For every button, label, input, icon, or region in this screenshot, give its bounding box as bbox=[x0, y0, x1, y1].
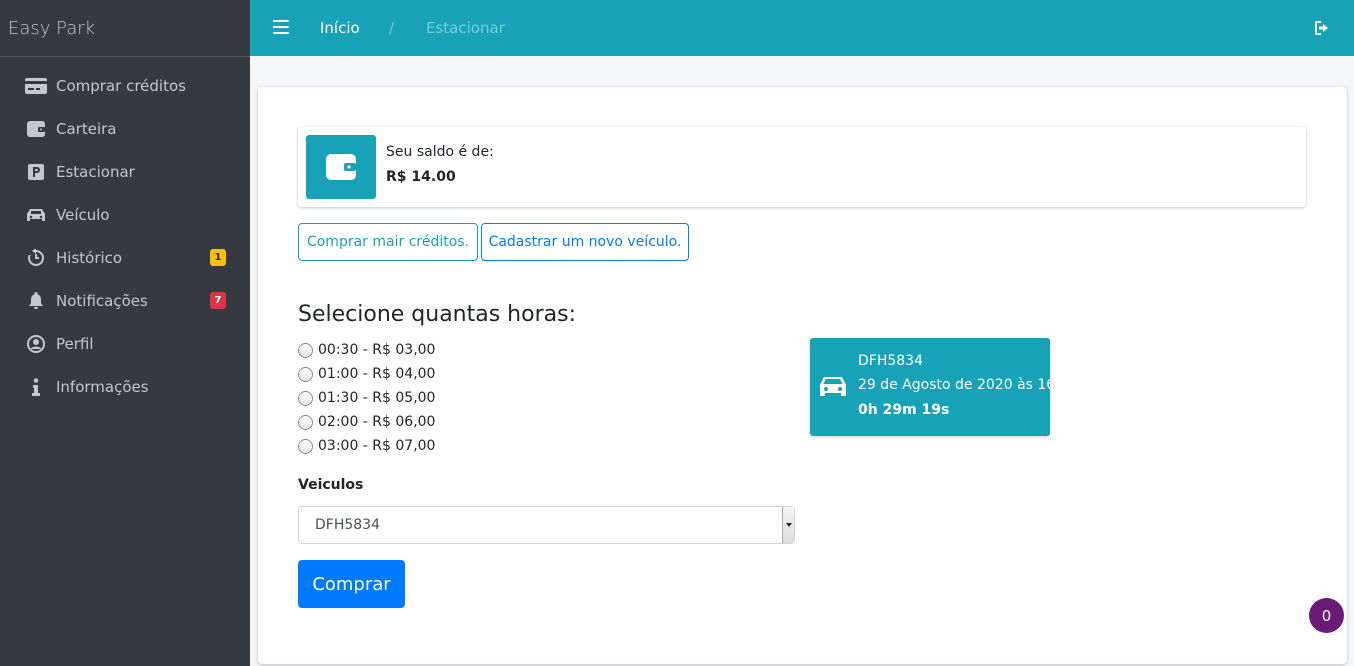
hours-option[interactable]: 03:00 - R$ 07,00 bbox=[298, 436, 435, 456]
history-badge: 1 bbox=[210, 249, 226, 266]
hours-option[interactable]: 01:00 - R$ 04,00 bbox=[298, 364, 435, 384]
menu-toggle-icon[interactable] bbox=[273, 20, 289, 34]
hours-option-label: 00:30 - R$ 03,00 bbox=[318, 342, 436, 358]
sidebar-item-comprar-creditos[interactable]: Comprar créditos bbox=[0, 64, 250, 107]
breadcrumb-home[interactable]: Início bbox=[320, 0, 360, 56]
brand-logo[interactable]: Easy Park bbox=[0, 0, 250, 57]
balance-label: Seu saldo é de: bbox=[386, 144, 494, 160]
sidebar-item-estacionar[interactable]: Estacionar bbox=[0, 150, 250, 193]
sidebar-item-label: Informações bbox=[56, 377, 149, 396]
main-card: Seu saldo é de: R$ 14.00 Comprar mair cr… bbox=[258, 87, 1347, 664]
vehicle-select[interactable]: DFH5834 bbox=[298, 506, 795, 544]
breadcrumb-separator: / bbox=[389, 19, 395, 37]
hours-option-label: 03:00 - R$ 07,00 bbox=[318, 438, 436, 454]
chevron-down-icon[interactable] bbox=[782, 507, 794, 543]
history-icon bbox=[25, 248, 47, 267]
car-icon bbox=[25, 206, 47, 224]
sidebar-item-label: Veículo bbox=[56, 205, 110, 224]
register-vehicle-button[interactable]: Cadastrar um novo veículo. bbox=[481, 223, 689, 261]
sidebar-item-label: Perfil bbox=[56, 334, 94, 353]
hours-option[interactable]: 02:00 - R$ 06,00 bbox=[298, 412, 435, 432]
hours-option-label: 01:00 - R$ 04,00 bbox=[318, 366, 436, 382]
sidebar: Easy Park Comprar créditos Carteira Esta… bbox=[0, 0, 250, 666]
hours-title: Selecione quantas horas: bbox=[298, 302, 576, 327]
top-navbar: Início / Estacionar bbox=[250, 0, 1354, 56]
parking-date: 29 de Agosto de 2020 às 16:54 bbox=[858, 377, 1050, 393]
active-parking-card[interactable]: DFH5834 29 de Agosto de 2020 às 16:54 0h… bbox=[810, 338, 1050, 436]
parking-plate: DFH5834 bbox=[858, 353, 923, 369]
bell-icon bbox=[25, 291, 47, 310]
sidebar-item-informacoes[interactable]: Informações bbox=[0, 365, 250, 408]
sidebar-nav: Comprar créditos Carteira Estacionar Veí… bbox=[0, 57, 250, 408]
sidebar-item-label: Comprar créditos bbox=[56, 76, 186, 95]
vehicle-select-value: DFH5834 bbox=[315, 517, 380, 533]
sidebar-item-label: Histórico bbox=[56, 248, 123, 267]
radio-button[interactable] bbox=[298, 414, 313, 430]
hours-option[interactable]: 01:30 - R$ 05,00 bbox=[298, 388, 435, 408]
balance-info-box: Seu saldo é de: R$ 14.00 bbox=[298, 127, 1306, 207]
sidebar-item-carteira[interactable]: Carteira bbox=[0, 107, 250, 150]
sidebar-item-perfil[interactable]: Perfil bbox=[0, 322, 250, 365]
radio-button[interactable] bbox=[298, 366, 313, 382]
buy-credits-button[interactable]: Comprar mair créditos. bbox=[298, 223, 478, 261]
breadcrumb-current: Estacionar bbox=[426, 19, 505, 37]
hours-option-label: 02:00 - R$ 06,00 bbox=[318, 414, 436, 430]
sidebar-item-label: Notificações bbox=[56, 291, 148, 310]
sidebar-item-notificacoes[interactable]: Notificações 7 bbox=[0, 279, 250, 322]
floating-counter-button[interactable]: 0 bbox=[1309, 598, 1344, 633]
balance-value: R$ 14.00 bbox=[386, 169, 456, 185]
vehicles-label: Veiculos bbox=[298, 477, 364, 493]
notifications-badge: 7 bbox=[210, 292, 226, 309]
credit-card-icon bbox=[25, 77, 47, 95]
sidebar-item-historico[interactable]: Histórico 1 bbox=[0, 236, 250, 279]
parking-icon bbox=[25, 163, 47, 181]
car-icon bbox=[818, 374, 848, 400]
radio-button[interactable] bbox=[298, 438, 313, 454]
wallet-icon bbox=[25, 120, 47, 138]
parking-elapsed: 0h 29m 19s bbox=[858, 402, 950, 418]
info-icon bbox=[25, 377, 47, 396]
wallet-icon bbox=[306, 135, 376, 199]
sidebar-item-label: Carteira bbox=[56, 119, 117, 138]
buy-button[interactable]: Comprar bbox=[298, 560, 405, 608]
user-circle-icon bbox=[25, 334, 47, 353]
sidebar-item-veiculo[interactable]: Veículo bbox=[0, 193, 250, 236]
hours-option[interactable]: 00:30 - R$ 03,00 bbox=[298, 340, 435, 360]
radio-button[interactable] bbox=[298, 390, 313, 406]
sign-out-icon[interactable] bbox=[1314, 20, 1330, 36]
sidebar-item-label: Estacionar bbox=[56, 162, 135, 181]
hours-option-label: 01:30 - R$ 05,00 bbox=[318, 390, 436, 406]
radio-button[interactable] bbox=[298, 342, 313, 358]
